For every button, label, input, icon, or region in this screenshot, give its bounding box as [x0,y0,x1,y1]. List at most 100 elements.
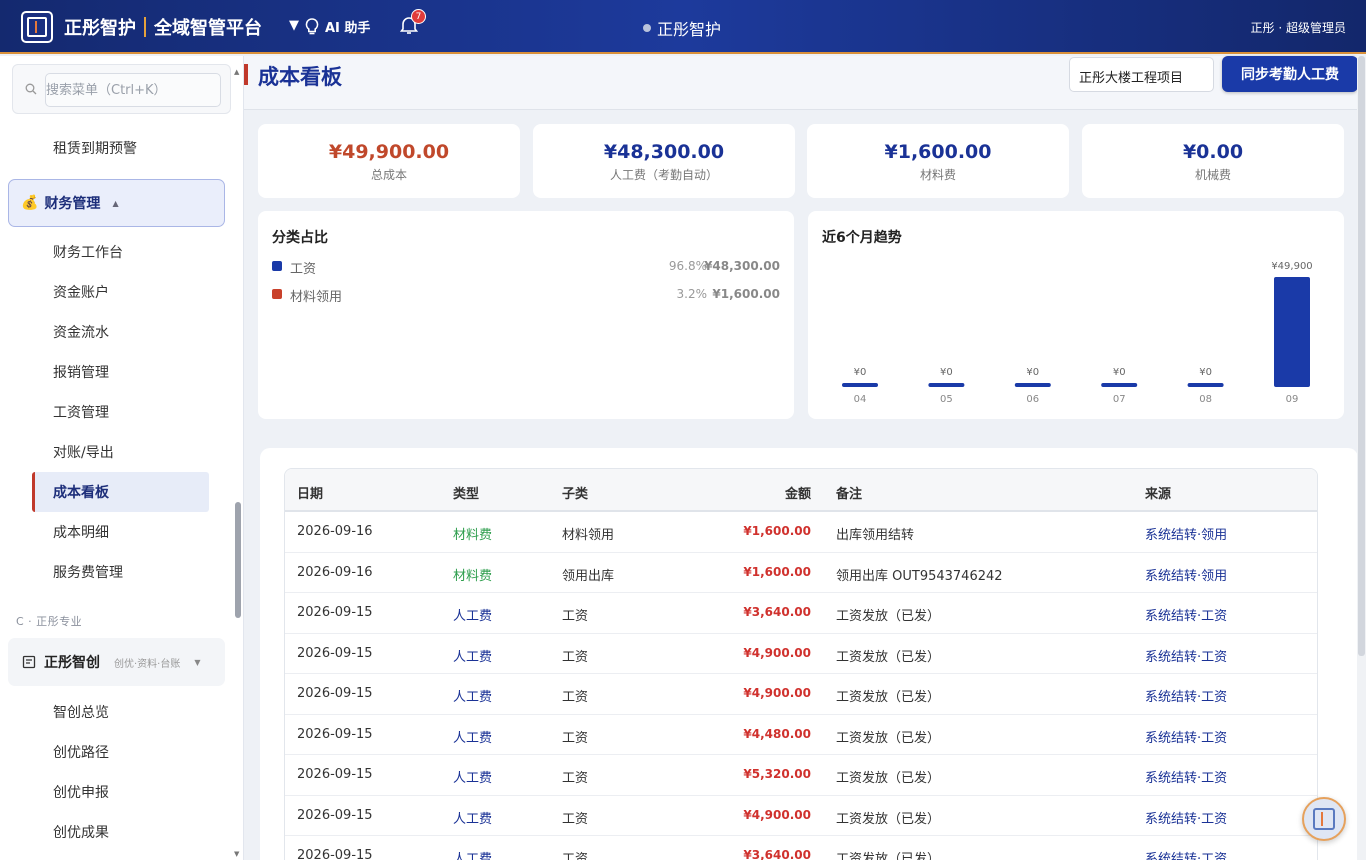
stat-card-labor: ¥48,300.00 人工费（考勤自动） [533,124,795,198]
cell-date: 2026-09-16 [297,564,373,580]
sidebar-item-finance-workbench[interactable]: 财务工作台 [53,242,123,262]
header-note[interactable]: 备注 [836,483,862,502]
search-icon [25,83,37,95]
stat-card-machinery: ¥0.00 机械费 [1082,124,1344,198]
category-row: 材料领用 3.2% ¥1,600.00 [272,284,780,305]
stat-label: 总成本 [370,168,407,182]
cell-source[interactable]: 系统结转·工资 [1145,646,1227,665]
sidebar-group-finance[interactable]: 💰 财务管理 ▲ [8,179,225,227]
table-row[interactable]: 2026-09-15 人工费 工资 ¥4,900.00 工资发放（已发） 系统结转·工资 [285,634,1317,674]
cell-subtype: 材料领用 [562,528,615,543]
header-type[interactable]: 类型 [453,483,479,502]
cell-source[interactable]: 系统结转·工资 [1145,848,1227,860]
bar-07[interactable] [1101,383,1138,387]
sidebar-item-salary[interactable]: 工资管理 [53,402,109,422]
bar-value-label: ¥0 [1199,367,1212,378]
category-title: 分类占比 [272,230,328,246]
cell-source[interactable]: 系统结转·领用 [1145,565,1227,584]
sidebar-item-fund-accounts[interactable]: 资金账户 [53,282,109,302]
menu-search-input[interactable] [45,73,221,107]
cell-type: 人工费 [453,609,493,624]
table-row[interactable]: 2026-09-15 人工费 工资 ¥4,900.00 工资发放（已发） 系统结转·工资 [285,674,1317,715]
sidebar-group-innovate[interactable]: 正彤智创 创优·资料·台账 ▼ [8,638,225,686]
project-select[interactable]: 正彤大楼工程项目 [1069,57,1214,92]
table-row[interactable]: 2026-09-15 人工费 工资 ¥4,900.00 工资发放（已发） 系统结转·工资 [285,796,1317,836]
table-row[interactable]: 2026-09-16 材料费 材料领用 ¥1,600.00 出库领用结转 系统结转·领用 [285,512,1317,553]
scroll-down-icon[interactable]: ▼ [234,850,239,858]
legend-swatch [272,289,282,299]
cost-table: 日期 类型 子类 金额 备注 来源 2026-09-16 材料费 材料领用 ¥1,60… [284,468,1318,860]
cell-amount: ¥4,900.00 [743,645,811,660]
cell-type: 人工费 [453,811,493,827]
category-name: 材料领用 [290,290,343,305]
header-source[interactable]: 来源 [1145,483,1171,502]
cell-type: 材料费 [453,528,493,543]
cell-note: 工资发放（已发） [836,649,941,665]
main-scrollbar[interactable] [1357,56,1366,860]
table-row[interactable]: 2026-09-15 人工费 工资 ¥3,640.00 工资发放（已发） 系统结转·工资 [285,593,1317,634]
header-date[interactable]: 日期 [297,483,323,502]
sidebar-item-cost-detail[interactable]: 成本明细 [53,522,109,542]
cell-note: 工资发放（已发） [836,811,941,827]
sidebar-scrollbar[interactable] [235,128,241,858]
x-tick-label: 06 [1026,394,1039,405]
cell-source[interactable]: 系统结转·领用 [1145,524,1227,543]
cell-source[interactable]: 系统结转·工资 [1145,686,1227,705]
bar-05[interactable] [928,383,965,387]
scroll-up-icon[interactable]: ▲ [234,68,239,76]
sidebar-item-innovate-overview[interactable]: 智创总览 [53,702,109,722]
header-amount[interactable]: 金额 [785,483,811,502]
floating-assistant-icon[interactable] [1302,797,1346,841]
sidebar-group-innovate-sub: 创优·资料·台账 [114,658,181,670]
cell-source[interactable]: 系统结转·工资 [1145,767,1227,786]
cell-amount: ¥4,900.00 [743,686,811,700]
brand-caret-icon[interactable]: ▼ [289,18,299,33]
bar-value-label: ¥49,900 [1271,261,1312,272]
cell-note: 工资发放（已发） [836,771,941,786]
stat-value: ¥1,600.00 [884,141,992,163]
category-amount: ¥1,600.00 [712,287,780,301]
notification-badge: 7 [411,9,426,24]
cell-subtype: 工资 [562,811,589,827]
sidebar-item-rent-alert[interactable]: 租赁到期预警 [53,138,137,158]
stat-value: ¥49,900.00 [328,141,450,163]
sidebar-item-excellence-path[interactable]: 创优路径 [53,742,109,762]
sidebar-item-reimbursement[interactable]: 报销管理 [53,362,109,382]
sync-labor-cost-button[interactable]: 同步考勤人工费 [1222,56,1358,92]
category-panel: 分类占比 工资 96.8% ¥48,300.00 材料领用 3.2% ¥1,60… [258,211,794,419]
sidebar-item-cost-board[interactable]: 成本看板 [53,482,109,502]
cell-source[interactable]: 系统结转·工资 [1145,727,1227,746]
bar-09[interactable] [1274,277,1310,387]
cell-amount: ¥4,900.00 [743,807,811,822]
main-scroll-thumb[interactable] [1358,56,1365,656]
cell-amount: ¥1,600.00 [743,564,811,579]
app-logo-icon[interactable] [21,11,53,43]
cell-date: 2026-09-15 [297,848,373,860]
table-row[interactable]: 2026-09-16 材料费 领用出库 ¥1,600.00 领用出库 OUT954374… [285,553,1317,593]
sidebar-item-fund-flow[interactable]: 资金流水 [53,322,109,342]
notification-button[interactable]: 7 [399,9,426,37]
bar-08[interactable] [1187,383,1224,387]
sidebar-item-excellence-apply[interactable]: 创优申报 [53,782,109,802]
header-subtype[interactable]: 子类 [562,483,588,502]
bar-06[interactable] [1014,383,1051,387]
sidebar-item-reconcile-export[interactable]: 对账/导出 [53,442,114,462]
page-title: 成本看板 [258,65,342,89]
stat-label: 人工费（考勤自动） [609,168,718,182]
lightbulb-icon [305,17,319,34]
user-menu[interactable]: 正彤 · 超级管理员 [1251,19,1346,36]
table-row[interactable]: 2026-09-15 人工费 工资 ¥5,320.00 工资发放（已发） 系统结转·工资 [285,755,1317,796]
table-row[interactable]: 2026-09-15 人工费 工资 ¥3,640.00 工资发放（已发） 系统结转·工资 [285,836,1317,860]
ai-assistant-button[interactable]: AI 助手 [305,17,370,36]
sidebar-item-service-fee[interactable]: 服务费管理 [53,562,123,582]
cell-note: 工资发放（已发） [836,730,941,746]
money-bag-icon: 💰 [21,195,39,211]
cell-source[interactable]: 系统结转·工资 [1145,605,1227,624]
sidebar-scroll-thumb[interactable] [235,502,241,618]
sidebar-item-excellence-results[interactable]: 创优成果 [53,822,109,842]
bar-04[interactable] [842,383,878,387]
sidebar-group-innovate-label: 正彤智创 [44,655,100,671]
table-row[interactable]: 2026-09-15 人工费 工资 ¥4,480.00 工资发放（已发） 系统结转·工资 [285,715,1317,755]
cell-source[interactable]: 系统结转·工资 [1145,808,1227,827]
x-tick-label: 05 [940,394,953,405]
